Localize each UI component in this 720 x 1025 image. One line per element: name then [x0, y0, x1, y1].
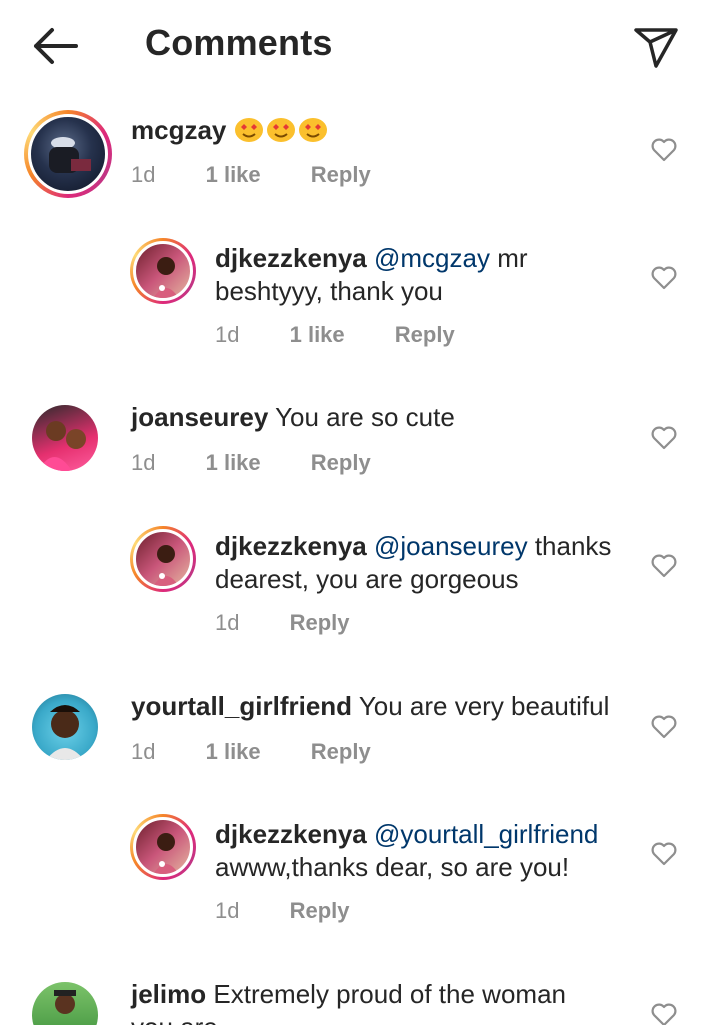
comment-item: jelimo Extremely proud of the woman you … — [0, 982, 720, 1025]
avatar[interactable] — [32, 694, 98, 760]
heart-eyes-emoji-icon — [266, 118, 295, 142]
comment-text: Extremely proud of the woman — [213, 982, 566, 1009]
avatar[interactable] — [32, 982, 98, 1025]
comment-meta: 1d 1 like Reply — [131, 450, 415, 476]
comment-item: yourtall_girlfriend You are very beautif… — [0, 691, 720, 794]
share-button[interactable] — [630, 24, 682, 70]
reply-button[interactable]: Reply — [290, 898, 350, 923]
comment-username[interactable]: djkezzkenya — [215, 819, 367, 849]
comment-text: awww,thanks dear, so are you! — [215, 852, 570, 882]
heart-eyes-emoji-icon — [234, 118, 263, 142]
comment-text: You are so cute — [275, 402, 455, 432]
avatar[interactable] — [24, 110, 112, 198]
comment-item: mcgzay 1d 1 like Reply — [0, 110, 720, 210]
heart-eyes-emoji-icon — [298, 118, 327, 142]
mention-link[interactable]: @mcgzay — [374, 243, 490, 273]
like-count[interactable]: 1 like — [206, 739, 261, 764]
paper-plane-icon — [634, 28, 678, 68]
reply-button[interactable]: Reply — [395, 322, 455, 347]
back-button[interactable] — [30, 24, 82, 68]
reply-item: djkezzkenya @yourtall_girlfriend awww,th… — [0, 814, 720, 934]
comment-username[interactable]: mcgzay — [131, 115, 226, 145]
comment-meta: 1d 1 like Reply — [131, 739, 415, 765]
heart-icon[interactable] — [651, 1003, 677, 1025]
emoji-group — [234, 115, 330, 145]
comment-meta: 1d Reply — [215, 898, 394, 924]
heart-icon[interactable] — [651, 426, 677, 450]
avatar[interactable] — [130, 238, 196, 304]
like-count[interactable]: 1 like — [206, 162, 261, 187]
like-count[interactable]: 1 like — [290, 322, 345, 347]
comment-meta: 1d 1 like Reply — [215, 322, 499, 348]
comment-username[interactable]: djkezzkenya — [215, 243, 367, 273]
heart-icon[interactable] — [651, 554, 677, 578]
comment-time: 1d — [215, 322, 240, 347]
top-bar: Comments — [0, 0, 720, 92]
reply-button[interactable]: Reply — [311, 162, 371, 187]
comment-item: joanseurey You are so cute 1d 1 like Rep… — [0, 402, 720, 505]
page-title: Comments — [145, 22, 333, 63]
comment-username[interactable]: yourtall_girlfriend — [131, 691, 352, 721]
reply-item: djkezzkenya @mcgzay mr beshtyyy, thank y… — [0, 238, 720, 358]
comment-time: 1d — [131, 450, 156, 475]
comment-username[interactable]: jelimo — [131, 982, 206, 1009]
reply-item: djkezzkenya @joanseurey thanks dearest, … — [0, 526, 720, 646]
comment-time: 1d — [215, 610, 240, 635]
mention-link[interactable]: @joanseurey — [374, 531, 528, 561]
reply-button[interactable]: Reply — [311, 739, 371, 764]
heart-icon[interactable] — [651, 715, 677, 739]
comment-time: 1d — [215, 898, 240, 923]
like-count[interactable]: 1 like — [206, 450, 261, 475]
reply-button[interactable]: Reply — [311, 450, 371, 475]
comment-text: You are very beautiful — [358, 691, 610, 721]
heart-icon[interactable] — [651, 266, 677, 290]
comment-meta: 1d 1 like Reply — [131, 162, 415, 188]
comment-username[interactable]: djkezzkenya — [215, 531, 367, 561]
mention-link[interactable]: @yourtall_girlfriend — [374, 819, 598, 849]
avatar[interactable] — [32, 405, 98, 471]
reply-button[interactable]: Reply — [290, 610, 350, 635]
avatar[interactable] — [130, 814, 196, 880]
heart-icon[interactable] — [651, 138, 677, 162]
comment-time: 1d — [131, 162, 156, 187]
arrow-left-icon — [34, 28, 78, 64]
avatar[interactable] — [130, 526, 196, 592]
comment-text-continued: you are — [131, 1012, 218, 1025]
comment-time: 1d — [131, 739, 156, 764]
comment-meta: 1d Reply — [215, 610, 394, 636]
heart-icon[interactable] — [651, 842, 677, 866]
comment-username[interactable]: joanseurey — [131, 402, 268, 432]
